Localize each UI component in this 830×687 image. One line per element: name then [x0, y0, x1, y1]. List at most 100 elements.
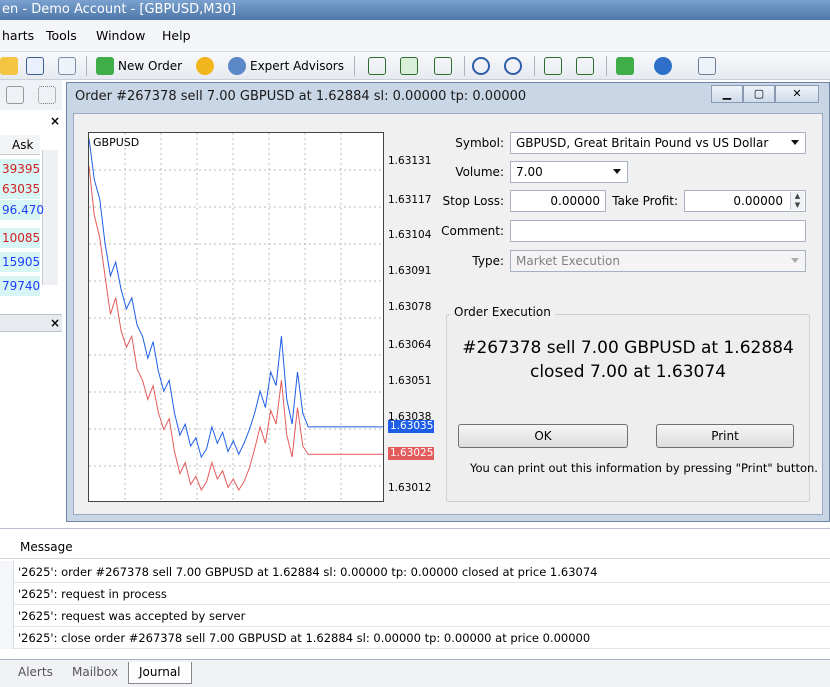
menu-help[interactable]: Help — [162, 28, 191, 43]
grid-icon[interactable] — [38, 86, 56, 104]
settings-icon[interactable] — [6, 86, 24, 104]
y-tick-label: 1.63012 — [388, 482, 432, 494]
autoscroll-icon[interactable] — [544, 57, 562, 75]
spinner-icon[interactable]: ▲ ▼ — [790, 192, 804, 210]
close-icon[interactable]: × — [50, 114, 60, 128]
expert-advisors-button[interactable]: Expert Advisors — [228, 55, 344, 77]
print-hint: You can print out this information by pr… — [470, 461, 818, 475]
maximize-icon[interactable]: ▢ — [743, 85, 775, 103]
stop-loss-label: Stop Loss: — [442, 194, 504, 208]
templates-icon[interactable] — [698, 57, 716, 75]
close-icon[interactable]: × — [50, 316, 60, 330]
take-profit-label: Take Profit: — [612, 194, 678, 208]
log-row[interactable]: '2625': order #267378 sell 7.00 GBPUSD a… — [0, 561, 830, 583]
new-order-button[interactable]: New Order — [96, 55, 182, 77]
indicators-icon[interactable] — [616, 57, 634, 75]
menu-charts[interactable]: harts — [2, 28, 34, 43]
bid-price-tag: 1.63025 — [388, 447, 434, 461]
menu-tools[interactable]: Tools — [46, 28, 77, 43]
price-chart: GBPUSD — [88, 132, 384, 502]
terminal-header: Message — [0, 537, 830, 559]
type-value: Market Execution — [516, 254, 620, 268]
ok-button[interactable]: OK — [458, 424, 628, 448]
star-icon[interactable] — [0, 57, 18, 75]
ask-row[interactable]: 15905 — [0, 252, 40, 272]
new-order-label: New Order — [118, 59, 183, 73]
ask-row[interactable]: 79740 — [0, 276, 40, 296]
message-column-header[interactable]: Message — [20, 540, 73, 554]
bid-series-line — [89, 165, 383, 492]
order-dialog: Order #267378 sell 7.00 GBPUSD at 1.6288… — [66, 82, 830, 522]
candlestick-icon[interactable] — [400, 57, 418, 75]
ask-row[interactable]: 10085 — [0, 228, 40, 248]
log-message: '2625': request was accepted by server — [18, 609, 246, 623]
tab-mailbox[interactable]: Mailbox — [62, 662, 128, 684]
chart-svg — [89, 133, 383, 501]
y-tick-label: 1.63064 — [388, 339, 432, 352]
menu-bar: harts Tools Window Help — [0, 20, 830, 52]
y-tick-label: 1.63131 — [388, 155, 432, 168]
market-watch-scrollbar[interactable] — [42, 150, 58, 285]
volume-value: 7.00 — [516, 165, 543, 179]
ask-row[interactable]: 96.470 — [0, 200, 44, 220]
type-label: Type: — [472, 254, 504, 268]
menu-window[interactable]: Window — [96, 28, 145, 43]
chevron-down-icon — [613, 169, 621, 174]
ask-row[interactable]: 39395 — [0, 159, 40, 179]
log-message: '2625': close order #267378 sell 7.00 GB… — [18, 631, 591, 645]
toolbar: New Order Expert Advisors — [0, 52, 830, 80]
dialog-body: GBPUSD 1.63035 1.63025 1.63131 1.63117 1.6… — [73, 113, 823, 515]
minimize-icon[interactable]: ▁ — [711, 85, 743, 103]
y-tick-label: 1.63038 — [388, 410, 432, 423]
market-watch-toolbar — [0, 80, 62, 110]
log-row[interactable]: '2625': close order #267378 sell 7.00 GB… — [0, 627, 830, 649]
terminal-tabs: Alerts Mailbox Journal — [0, 659, 830, 687]
periods-icon[interactable] — [654, 57, 672, 75]
navigator-header: × — [0, 314, 62, 332]
symbol-select[interactable]: GBPUSD, Great Britain Pound vs US Dollar — [510, 132, 806, 154]
tab-alerts[interactable]: Alerts — [8, 662, 63, 684]
bar-chart-icon[interactable] — [368, 57, 386, 75]
magnifier-icon[interactable] — [58, 57, 76, 75]
chart-shift-icon[interactable] — [576, 57, 594, 75]
dialog-title: Order #267378 sell 7.00 GBPUSD at 1.6288… — [75, 89, 527, 104]
close-icon[interactable]: ✕ — [775, 85, 819, 103]
window-titlebar: en - Demo Account - [GBPUSD,M30] — [0, 0, 830, 20]
chevron-down-icon — [791, 140, 799, 145]
ask-column-header[interactable]: Ask — [0, 135, 40, 155]
take-profit-value: 0.00000 — [733, 194, 783, 208]
y-tick-label: 1.63091 — [388, 265, 432, 278]
zoom-in-icon[interactable] — [472, 57, 490, 75]
line-chart-icon[interactable] — [434, 57, 452, 75]
log-message: '2625': request in process — [18, 587, 167, 601]
execution-line-1: #267378 sell 7.00 GBPUSD at 1.62884 — [462, 338, 794, 358]
chevron-down-icon — [791, 258, 799, 263]
stop-loss-value: 0.00000 — [550, 194, 600, 208]
warning-icon[interactable] — [196, 57, 214, 75]
order-execution-legend: Order Execution — [450, 305, 555, 319]
log-row[interactable]: '2625': request in process — [0, 583, 830, 605]
y-tick-label: 1.63104 — [388, 229, 432, 242]
take-profit-field[interactable]: 0.00000 ▲ ▼ — [684, 190, 806, 212]
ask-series-line — [89, 138, 383, 459]
execution-message: #267378 sell 7.00 GBPUSD at 1.62884 clos… — [446, 336, 810, 384]
execution-line-2: closed 7.00 at 1.63074 — [529, 362, 727, 382]
volume-field[interactable]: 7.00 — [510, 161, 628, 183]
ask-row[interactable]: 63035 — [0, 179, 40, 199]
comment-label: Comment: — [441, 224, 504, 238]
comment-field[interactable] — [510, 220, 806, 242]
volume-label: Volume: — [455, 165, 504, 179]
y-tick-label: 1.63117 — [388, 193, 432, 206]
tab-journal[interactable]: Journal — [128, 662, 192, 684]
y-tick-label: 1.63078 — [388, 300, 432, 313]
y-tick-label: 1.63051 — [388, 374, 432, 387]
expert-advisors-icon — [228, 57, 246, 75]
window-title: en - Demo Account - [GBPUSD,M30] — [2, 2, 237, 17]
print-button[interactable]: Print — [656, 424, 794, 448]
log-row[interactable]: '2625': request was accepted by server — [0, 605, 830, 627]
zoom-out-icon[interactable] — [504, 57, 522, 75]
stop-loss-field[interactable]: 0.00000 — [510, 190, 606, 212]
dialog-window-buttons: ▁ ▢ ✕ — [711, 85, 819, 103]
type-select: Market Execution — [510, 250, 806, 272]
window-icon[interactable] — [26, 57, 44, 75]
